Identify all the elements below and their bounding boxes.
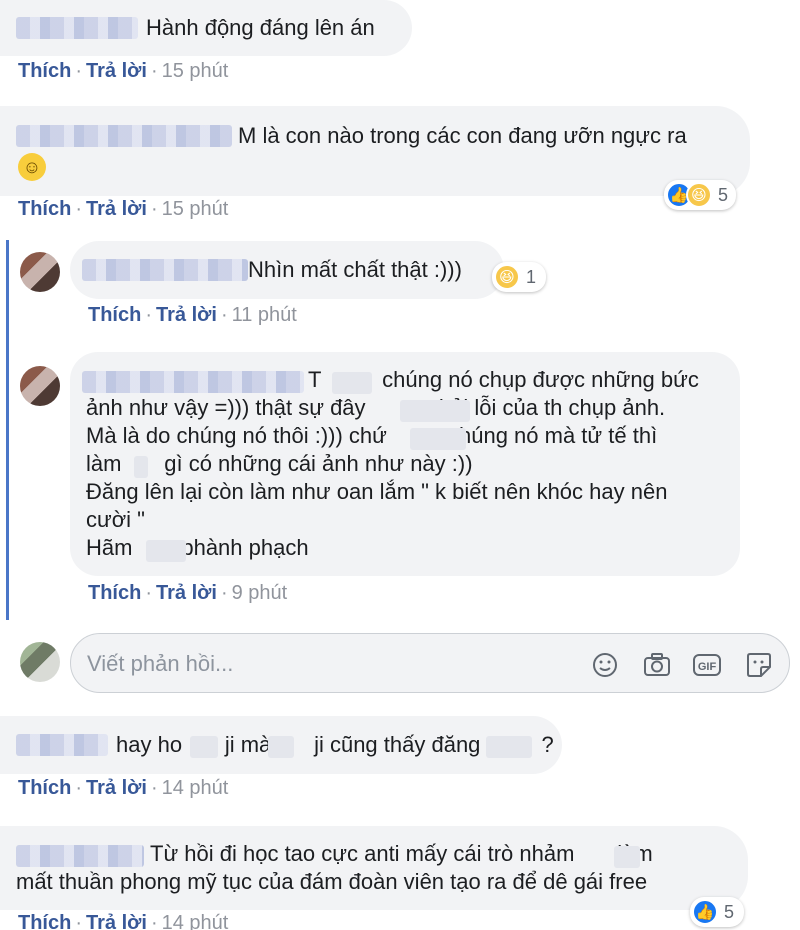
- censored-word: [410, 428, 466, 450]
- camera-icon[interactable]: [641, 649, 673, 681]
- comment-actions: Thích · Trả lời · 14 phút: [18, 777, 229, 799]
- reply-link[interactable]: Trả lời: [156, 304, 217, 326]
- reaction-summary[interactable]: 👍 😆 5: [664, 180, 737, 210]
- censored-word: [332, 372, 372, 394]
- commenter-name-blurred[interactable]: [16, 17, 138, 39]
- comment-actions: Thích · Trả lời · 15 phút: [18, 198, 229, 220]
- comment-bubble: M là con nào trong các con đang ưỡn ngực…: [0, 106, 750, 196]
- reply-link[interactable]: Trả lời: [86, 60, 147, 82]
- current-user-avatar: [20, 642, 60, 682]
- comment-text: M là con nào trong các con đang ưỡn ngực…: [238, 123, 687, 148]
- comment-time[interactable]: 11 phút: [232, 304, 297, 326]
- comment-actions: Thích · Trả lời · 15 phút: [18, 60, 229, 82]
- comment-line: T chúng nó chụp được những bức: [308, 367, 699, 392]
- censored-word: [190, 736, 218, 758]
- sticker-icon[interactable]: [743, 649, 775, 681]
- comment-bubble: Từ hồi đi học tao cực anti mấy cái trò n…: [0, 826, 748, 910]
- commenter-name-blurred[interactable]: [16, 734, 108, 756]
- reaction-count: 5: [718, 184, 729, 205]
- comment-time[interactable]: 14 phút: [162, 777, 229, 799]
- censored-word: [146, 540, 186, 562]
- reply-link[interactable]: Trả lời: [156, 582, 217, 604]
- reaction-count: 5: [724, 901, 735, 922]
- comment-line: làm gì có những cái ảnh như này :)): [86, 451, 473, 476]
- censored-word: [134, 456, 148, 478]
- comment-line: Đăng lên lại còn làm như oan lắm " k biế…: [86, 479, 668, 504]
- reply-actions: Thích · Trả lời · 11 phút: [88, 304, 297, 326]
- comment-time[interactable]: 14 phút: [162, 912, 229, 930]
- like-link[interactable]: Thích: [18, 198, 71, 220]
- comment-time[interactable]: 9 phút: [232, 582, 288, 604]
- comment-bubble: Hành động đáng lên án: [0, 0, 412, 56]
- reply-link[interactable]: Trả lời: [86, 912, 147, 930]
- smile-emoji-icon: ☺: [18, 153, 46, 181]
- reply-bubble: T chúng nó chụp được những bức ảnh như v…: [70, 352, 740, 576]
- reply-thread-line: [6, 240, 9, 620]
- commenter-name-blurred[interactable]: [16, 125, 232, 147]
- gif-icon[interactable]: GIF: [691, 649, 723, 681]
- comment-text: T chúng nó chụp được những bức ảnh như v…: [86, 366, 736, 562]
- reply-actions: Thích · Trả lời · 9 phút: [88, 582, 288, 604]
- commenter-name-blurred[interactable]: [82, 259, 248, 281]
- censored-word: [268, 736, 294, 758]
- comment-time[interactable]: 15 phút: [162, 198, 229, 220]
- avatar[interactable]: [20, 366, 60, 406]
- like-link[interactable]: Thích: [88, 582, 141, 604]
- reply-input[interactable]: [87, 648, 527, 680]
- svg-text:GIF: GIF: [698, 661, 717, 673]
- like-link[interactable]: Thích: [18, 912, 71, 930]
- emoji-icon[interactable]: [589, 649, 621, 681]
- like-icon: 👍: [692, 899, 718, 925]
- comment-line: mất thuần phong mỹ tục của đám đoàn viên…: [16, 869, 648, 894]
- reaction-count: 1: [526, 266, 537, 287]
- reply-bubble: Nhìn mất chất thật :))): [70, 241, 504, 299]
- haha-icon: 😆: [686, 182, 712, 208]
- reply-link[interactable]: Trả lời: [86, 198, 147, 220]
- avatar[interactable]: [20, 252, 60, 292]
- comment-bubble: hay ho ji mà ji cũng thấy đăng ?: [0, 716, 562, 774]
- comment-time[interactable]: 15 phút: [162, 60, 229, 82]
- comment-line: cười ": [86, 507, 145, 532]
- reaction-summary[interactable]: 👍 5: [690, 897, 745, 927]
- censored-word: [400, 400, 470, 422]
- comment-text: Hành động đáng lên án: [146, 15, 375, 40]
- reaction-summary[interactable]: 😆 1: [492, 262, 547, 292]
- reply-input-box[interactable]: GIF: [70, 633, 790, 693]
- comment-text: Nhìn mất chất thật :))): [248, 257, 462, 282]
- like-link[interactable]: Thích: [88, 304, 141, 326]
- haha-icon: 😆: [494, 264, 520, 290]
- reply-link[interactable]: Trả lời: [86, 777, 147, 799]
- censored-word: [614, 846, 640, 868]
- censored-word: [486, 736, 532, 758]
- like-link[interactable]: Thích: [18, 60, 71, 82]
- comment-actions: Thích · Trả lời · 14 phút: [18, 912, 228, 930]
- like-link[interactable]: Thích: [18, 777, 71, 799]
